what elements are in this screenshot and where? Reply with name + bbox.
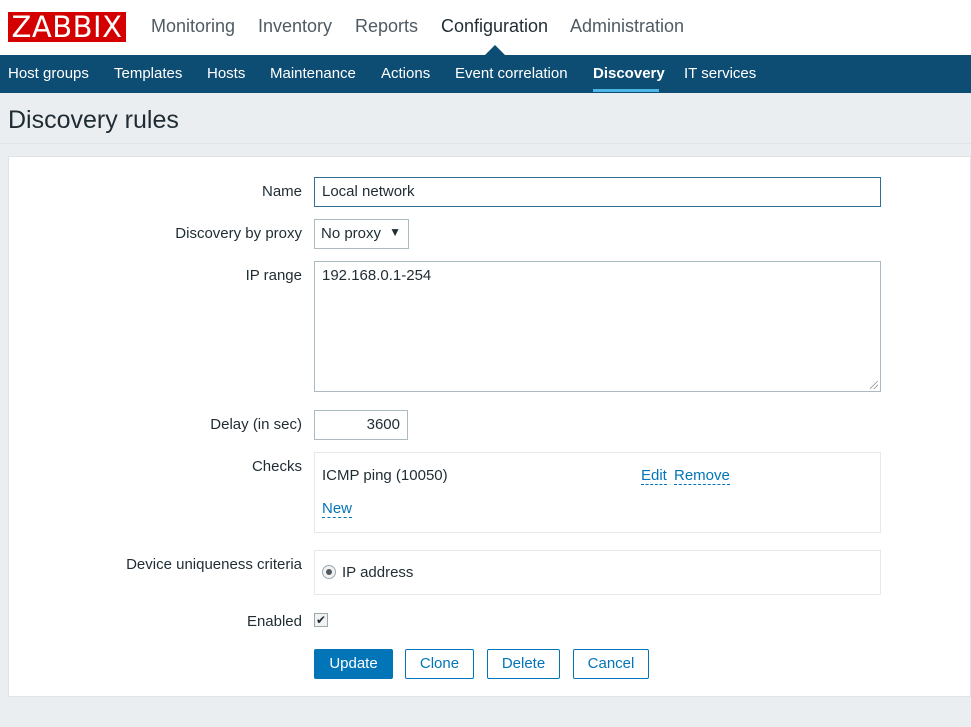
delete-button[interactable]: Delete	[487, 649, 560, 679]
cancel-button[interactable]: Cancel	[573, 649, 649, 679]
menu-configuration[interactable]: Configuration	[441, 16, 548, 37]
proxy-select[interactable]: No proxy ▼	[314, 219, 409, 249]
subnav-event-correlation[interactable]: Event correlation	[455, 65, 568, 82]
page-title: Discovery rules	[8, 106, 179, 134]
subnav-discovery[interactable]: Discovery	[593, 65, 665, 82]
delay-input-value: 3600	[366, 416, 400, 433]
resize-grip-icon[interactable]	[870, 381, 878, 389]
subnav-maintenance[interactable]: Maintenance	[270, 65, 356, 82]
enabled-label: Enabled	[246, 613, 302, 630]
subnav-templates[interactable]: Templates	[114, 65, 182, 82]
delay-label: Delay (in sec)	[210, 416, 302, 433]
remove-check-link[interactable]: Remove	[674, 467, 730, 485]
update-button[interactable]: Update	[314, 649, 393, 679]
checks-label: Checks	[251, 458, 302, 475]
check-item: ICMP ping (10050)	[322, 467, 448, 484]
active-menu-caret-icon	[485, 45, 505, 55]
active-subnav-underline	[593, 89, 659, 92]
uniqueness-label: Device uniqueness criteria	[126, 556, 302, 573]
new-check-link[interactable]: New	[322, 500, 353, 518]
name-label: Name	[261, 183, 302, 200]
proxy-label: Discovery by proxy	[175, 225, 302, 242]
subnav-it-services[interactable]: IT services	[684, 65, 756, 82]
checks-container	[314, 452, 881, 533]
edit-check-link[interactable]: Edit	[641, 467, 667, 485]
subnav-host-groups[interactable]: Host groups	[8, 65, 89, 82]
menu-inventory[interactable]: Inventory	[258, 16, 332, 37]
menu-reports[interactable]: Reports	[355, 16, 418, 37]
name-input-value: Local network	[322, 183, 415, 200]
clone-button[interactable]: Clone	[405, 649, 474, 679]
dropdown-arrow-icon: ▼	[389, 225, 401, 239]
proxy-select-value: No proxy	[321, 225, 382, 242]
top-header: ZABBIX Monitoring Inventory Reports Conf…	[0, 0, 971, 55]
subnav-actions[interactable]: Actions	[381, 65, 430, 82]
ip-address-radio-label[interactable]: IP address	[342, 564, 413, 581]
menu-monitoring[interactable]: Monitoring	[151, 16, 235, 37]
checkmark-icon: ✔	[315, 613, 327, 627]
name-input[interactable]: Local network	[314, 177, 881, 207]
menu-administration[interactable]: Administration	[570, 16, 684, 37]
delay-input[interactable]: 3600	[314, 410, 408, 440]
ip-range-value: 192.168.0.1-254	[322, 267, 432, 284]
ip-range-label: IP range	[245, 267, 302, 284]
form-panel	[8, 156, 971, 697]
title-divider	[0, 143, 971, 144]
ip-range-textarea[interactable]: 192.168.0.1-254	[314, 261, 881, 392]
enabled-checkbox[interactable]: ✔	[314, 613, 328, 627]
ip-address-radio[interactable]	[322, 565, 336, 579]
zabbix-logo[interactable]: ZABBIX	[8, 12, 126, 42]
subnav-hosts[interactable]: Hosts	[207, 65, 245, 82]
sub-navigation: Host groups Templates Hosts Maintenance …	[0, 55, 971, 93]
